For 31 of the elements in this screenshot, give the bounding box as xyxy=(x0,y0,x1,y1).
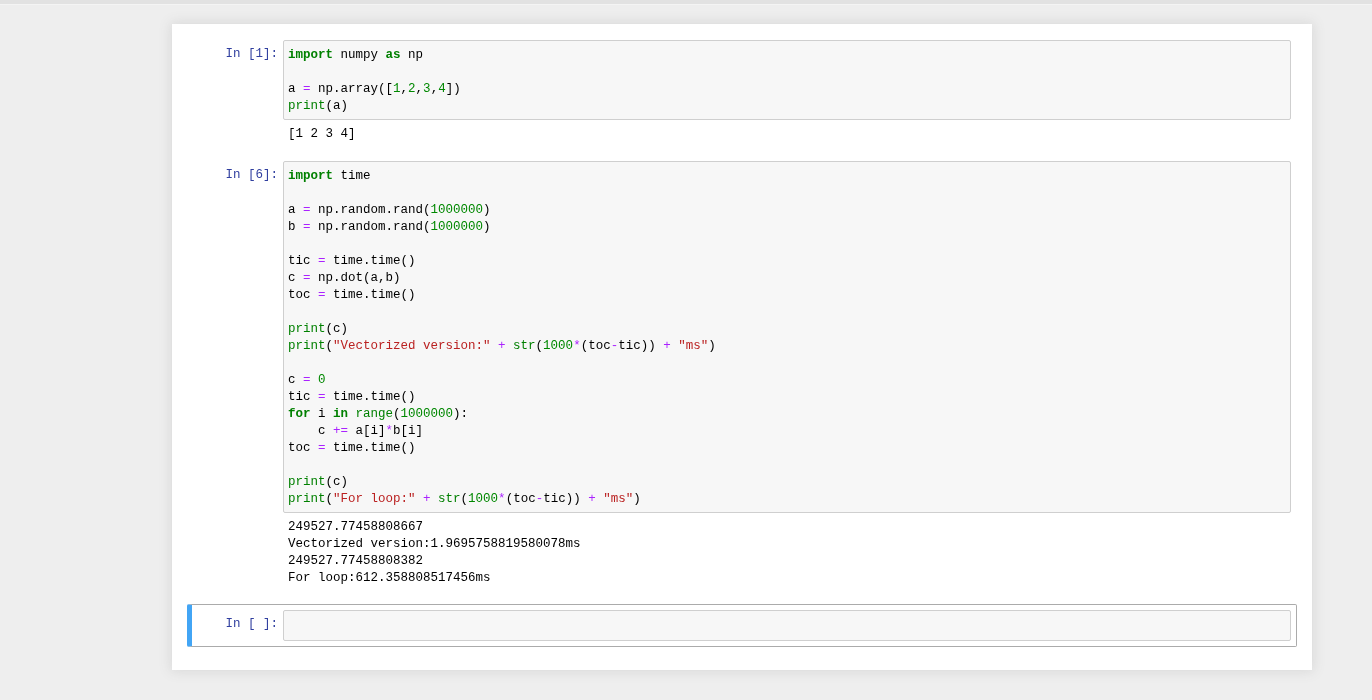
code-line: print(c) xyxy=(288,321,349,338)
output-line: For loop:612.358808517456ms xyxy=(288,570,491,587)
code-line: toc = time.time() xyxy=(288,440,416,457)
code-editor[interactable] xyxy=(283,161,1291,513)
code-line: b = np.random.rand(1000000) xyxy=(288,219,491,236)
code-line: print("Vectorized version:" + str(1000*(toc-tic)) + "ms") xyxy=(288,338,716,355)
code-editor[interactable]: import numpy as np a = np.array([1,2,3,4]) print(a) xyxy=(283,40,1291,120)
output-line: 249527.77458808667 xyxy=(288,519,424,536)
input-prompt: In [1]: xyxy=(224,46,279,63)
code-editor[interactable] xyxy=(283,610,1291,641)
code-line: print(c) xyxy=(288,474,349,491)
code-line: a = np.array([1,2,3,4]) xyxy=(288,81,461,98)
code-line: c = np.dot(a,b) xyxy=(288,270,401,287)
output-line: Vectorized version:1.9695758819580078ms xyxy=(288,536,581,553)
code-line: c += a[i]*b[i] xyxy=(317,423,424,440)
input-prompt: In [ ]: xyxy=(224,616,279,633)
code-line: import time xyxy=(288,168,371,185)
code-line: print("For loop:" + str(1000*(toc-tic)) + "ms") xyxy=(288,491,641,508)
output-line: [1 2 3 4] xyxy=(288,126,356,143)
code-line: print(a) xyxy=(288,98,349,115)
code-line: c = 0 xyxy=(288,372,326,389)
code-line: for i in range(1000000): xyxy=(288,406,469,423)
code-line: tic = time.time() xyxy=(288,253,416,270)
input-prompt: In [6]: xyxy=(224,167,279,184)
code-line: toc = time.time() xyxy=(288,287,416,304)
notebook-cell[interactable]: In [ ]: xyxy=(187,604,1297,647)
output-line: 249527.77458808382 xyxy=(288,553,424,570)
notebook-cell[interactable]: In [1]: import numpy as np a = np.array([1,2,3,4]) print(a) [1 2 3 4] xyxy=(187,39,1297,152)
code-line: a = np.random.rand(1000000) xyxy=(288,202,491,219)
code-line: tic = time.time() xyxy=(288,389,416,406)
code-line: import numpy as np xyxy=(288,47,424,64)
